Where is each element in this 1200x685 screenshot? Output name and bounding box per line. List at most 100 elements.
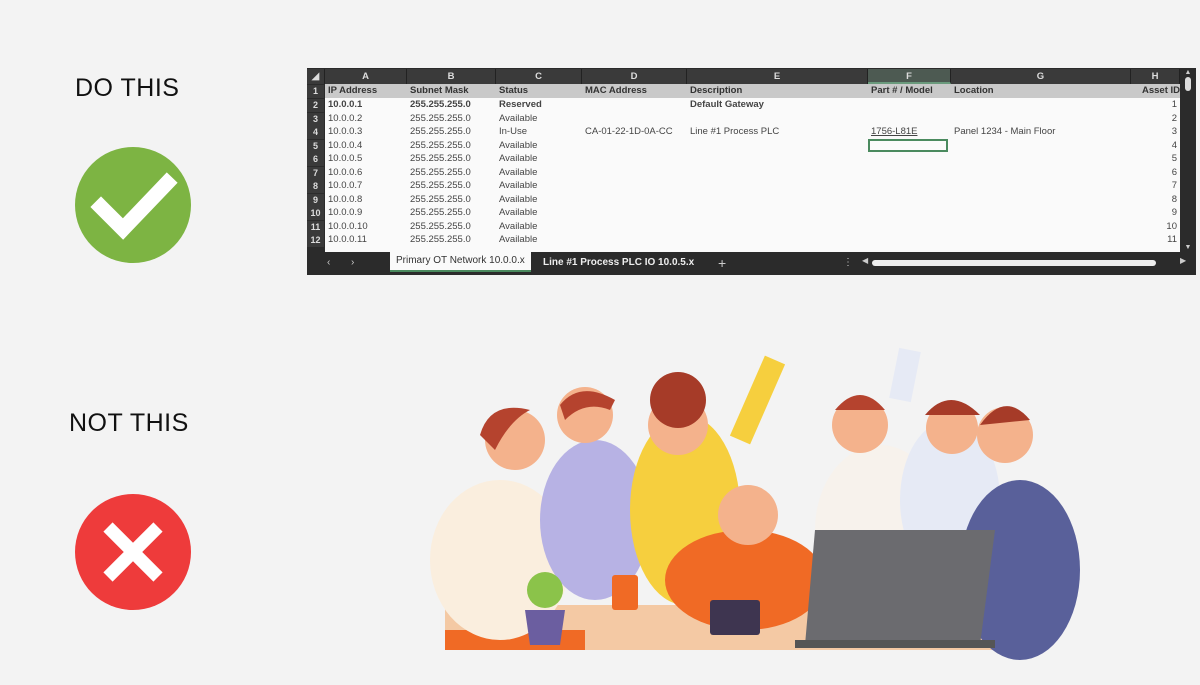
cell-desc[interactable]	[687, 139, 865, 153]
cell-desc[interactable]	[687, 193, 865, 207]
cell-status[interactable]: Available	[496, 206, 579, 220]
cell-mask[interactable]: 255.255.255.0	[407, 193, 493, 207]
vertical-scrollbar[interactable]: ▲ ▼	[1181, 69, 1195, 252]
column-header-b[interactable]: B	[407, 69, 496, 84]
cell-desc[interactable]: Line #1 Process PLC	[687, 125, 865, 139]
cell-asset[interactable]: 7	[1131, 179, 1177, 193]
column-header-g[interactable]: G	[951, 69, 1131, 84]
cell-mask[interactable]: 255.255.255.0	[407, 233, 493, 247]
cell-ip[interactable]: 10.0.0.8	[325, 193, 404, 207]
cell-asset[interactable]: 2	[1131, 112, 1177, 126]
header-cell[interactable]: Asset ID	[1131, 84, 1180, 98]
selected-cell[interactable]	[868, 138, 948, 152]
cell-loc[interactable]	[951, 179, 1128, 193]
cell-desc[interactable]	[687, 220, 865, 234]
cell-mask[interactable]: 255.255.255.0	[407, 179, 493, 193]
cell-asset[interactable]: 8	[1131, 193, 1177, 207]
row-header[interactable]: 10	[307, 207, 324, 220]
tab-line1-plc-io[interactable]: Line #1 Process PLC IO 10.0.5.x	[537, 254, 700, 272]
cell-ip[interactable]: 10.0.0.11	[325, 233, 404, 247]
cell-part[interactable]	[868, 98, 948, 112]
cell-status[interactable]: Reserved	[496, 98, 579, 112]
cell-ip[interactable]: 10.0.0.7	[325, 179, 404, 193]
prev-sheet-button[interactable]: ‹	[321, 254, 336, 272]
cell-asset[interactable]: 9	[1131, 206, 1177, 220]
cell-part[interactable]	[868, 233, 948, 247]
cell-loc[interactable]	[951, 152, 1128, 166]
cell-status[interactable]: Available	[496, 139, 579, 153]
cell-grid[interactable]: IP Address Subnet Mask Status MAC Address De…	[325, 84, 1180, 252]
row-header[interactable]: 7	[307, 166, 324, 180]
cell-desc[interactable]	[687, 152, 865, 166]
cell-status[interactable]: Available	[496, 220, 579, 234]
cell-loc[interactable]	[951, 112, 1128, 126]
cell-ip[interactable]: 10.0.0.2	[325, 112, 404, 126]
cell-desc[interactable]	[687, 179, 865, 193]
column-header-c[interactable]: C	[496, 69, 582, 84]
cell-mac[interactable]	[582, 233, 684, 247]
cell-mac[interactable]	[582, 193, 684, 207]
column-header-h[interactable]: H	[1131, 69, 1180, 84]
cell-asset[interactable]: 11	[1131, 233, 1177, 247]
cell-status[interactable]: In-Use	[496, 125, 579, 139]
cell-status[interactable]: Available	[496, 179, 579, 193]
header-cell[interactable]: Subnet Mask	[407, 84, 496, 98]
cell-part[interactable]	[868, 152, 948, 166]
cell-ip[interactable]: 10.0.0.9	[325, 206, 404, 220]
cell-status[interactable]: Available	[496, 166, 579, 180]
cell-loc[interactable]	[951, 193, 1128, 207]
cell-desc[interactable]	[687, 206, 865, 220]
cell-loc[interactable]	[951, 98, 1128, 112]
cell-ip[interactable]: 10.0.0.4	[325, 139, 404, 153]
row-header[interactable]: 9	[307, 193, 324, 207]
row-header[interactable]: 3	[307, 112, 324, 126]
row-header[interactable]: 12	[307, 234, 324, 247]
cell-desc[interactable]	[687, 166, 865, 180]
cell-desc[interactable]	[687, 233, 865, 247]
horizontal-scrollbar[interactable]: ◀ ▶	[862, 256, 1186, 267]
header-cell[interactable]: Status	[496, 84, 582, 98]
cell-desc[interactable]: Default Gateway	[687, 98, 865, 112]
cell-part[interactable]	[868, 166, 948, 180]
cell-mac[interactable]	[582, 98, 684, 112]
cell-asset[interactable]: 6	[1131, 166, 1177, 180]
cell-mask[interactable]: 255.255.255.0	[407, 112, 493, 126]
cell-mask[interactable]: 255.255.255.0	[407, 166, 493, 180]
cell-loc[interactable]	[951, 233, 1128, 247]
cell-asset[interactable]: 1	[1131, 98, 1177, 112]
select-all-button[interactable]: ◢	[307, 69, 325, 84]
cell-mac[interactable]	[582, 112, 684, 126]
column-header-e[interactable]: E	[687, 69, 868, 84]
cell-loc[interactable]	[951, 220, 1128, 234]
cell-desc[interactable]	[687, 112, 865, 126]
cell-asset[interactable]: 3	[1131, 125, 1177, 139]
cell-ip[interactable]: 10.0.0.10	[325, 220, 404, 234]
cell-ip[interactable]: 10.0.0.3	[325, 125, 404, 139]
cell-mac[interactable]	[582, 206, 684, 220]
cell-loc[interactable]	[951, 206, 1128, 220]
add-sheet-button[interactable]: +	[712, 254, 732, 272]
cell-status[interactable]: Available	[496, 233, 579, 247]
header-cell[interactable]: Location	[951, 84, 1131, 98]
cell-mac[interactable]: CA-01-22-1D-0A-CC	[582, 125, 684, 139]
cell-mask[interactable]: 255.255.255.0	[407, 125, 493, 139]
cell-mask[interactable]: 255.255.255.0	[407, 220, 493, 234]
row-header[interactable]: 8	[307, 180, 324, 193]
row-header[interactable]: 2	[307, 99, 324, 112]
cell-ip[interactable]: 10.0.0.6	[325, 166, 404, 180]
cell-mask[interactable]: 255.255.255.0	[407, 139, 493, 153]
cell-status[interactable]: Available	[496, 152, 579, 166]
row-header[interactable]: 6	[307, 153, 324, 166]
header-cell[interactable]: IP Address	[325, 84, 407, 98]
cell-part[interactable]	[868, 206, 948, 220]
cell-mask[interactable]: 255.255.255.0	[407, 98, 493, 112]
cell-status[interactable]: Available	[496, 193, 579, 207]
cell-part[interactable]	[868, 220, 948, 234]
tab-primary-ot-network[interactable]: Primary OT Network 10.0.0.x	[390, 252, 531, 272]
cell-loc[interactable]: Panel 1234 - Main Floor	[951, 125, 1128, 139]
row-header[interactable]: 5	[307, 139, 324, 153]
column-header-a[interactable]: A	[325, 69, 407, 84]
cell-part[interactable]	[868, 193, 948, 207]
cell-mac[interactable]	[582, 179, 684, 193]
header-cell[interactable]: Part # / Model	[868, 84, 951, 98]
